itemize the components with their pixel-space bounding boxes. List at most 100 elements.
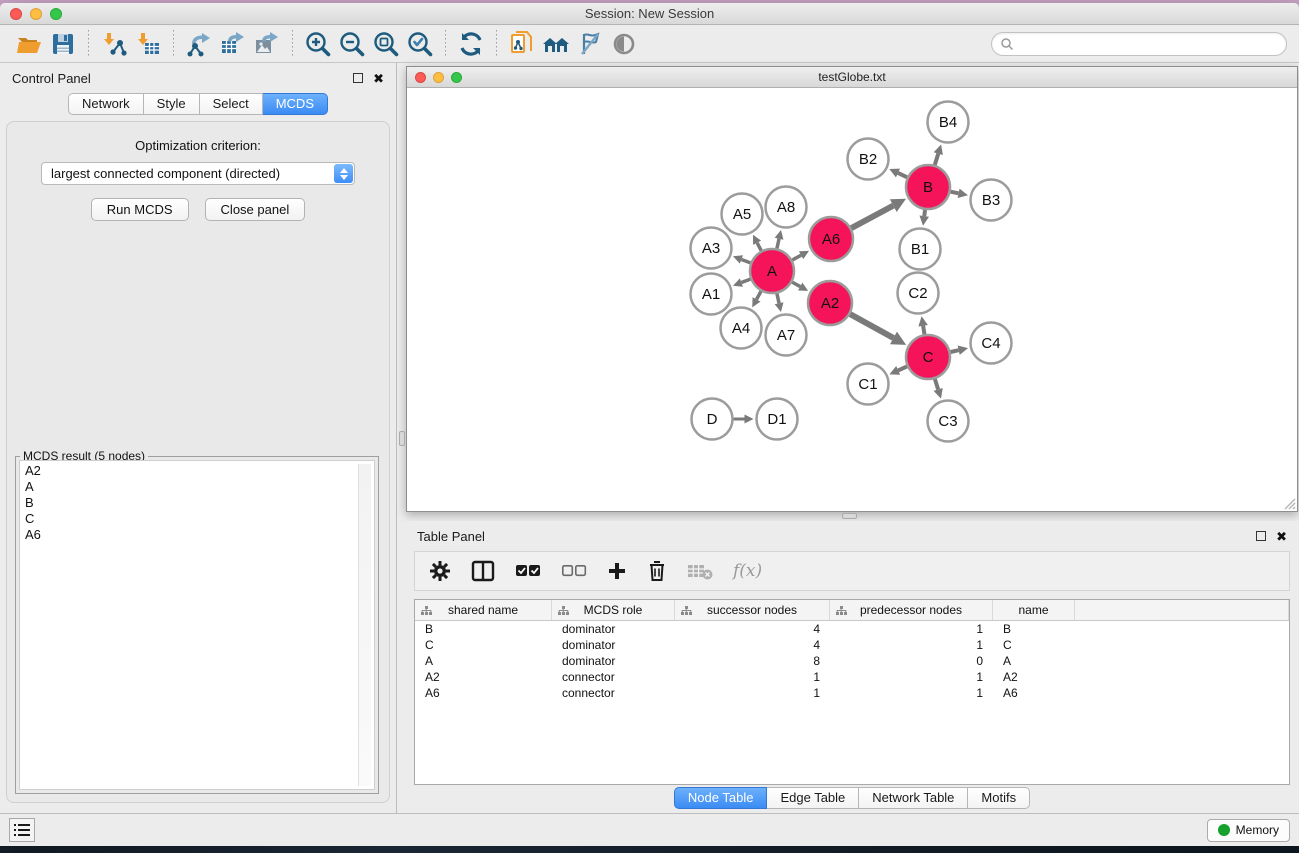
result-item[interactable]: A6	[25, 527, 374, 543]
table-tab-node-table[interactable]: Node Table	[674, 787, 768, 809]
task-history-button[interactable]	[9, 818, 35, 842]
node-B1[interactable]: B1	[900, 229, 941, 270]
delete-table-icon[interactable]	[687, 562, 713, 580]
node-C2[interactable]: C2	[898, 273, 939, 314]
tab-network[interactable]: Network	[68, 93, 144, 115]
cell-name[interactable]: A2	[993, 669, 1075, 685]
resize-grip-icon[interactable]	[1283, 497, 1296, 510]
node-B[interactable]: B	[906, 165, 950, 209]
cell-mcds-role[interactable]: dominator	[552, 637, 675, 653]
node-D1[interactable]: D1	[757, 399, 798, 440]
table-tab-motifs[interactable]: Motifs	[968, 787, 1030, 809]
result-item[interactable]: A2	[25, 463, 374, 479]
cell-shared-name[interactable]: B	[415, 621, 552, 637]
tab-mcds[interactable]: MCDS	[263, 93, 328, 115]
zoom-fit-icon[interactable]	[369, 29, 403, 59]
cell-predecessor-nodes[interactable]: 0	[830, 653, 993, 669]
edge-A-A4[interactable]	[757, 291, 761, 299]
search-input[interactable]	[1014, 37, 1278, 51]
node-A7[interactable]: A7	[766, 315, 807, 356]
mcds-result-list[interactable]: A2ABCA6	[19, 460, 375, 790]
edge-A-A6[interactable]	[792, 255, 801, 260]
table-row[interactable]: Cdominator41C	[415, 637, 1289, 653]
table-row[interactable]: Adominator80A	[415, 653, 1289, 669]
zoom-in-icon[interactable]	[301, 29, 335, 59]
edge-A-A8[interactable]	[777, 239, 779, 249]
column-header-mcds-role[interactable]: MCDS role	[552, 600, 675, 620]
zoom-selected-icon[interactable]	[403, 29, 437, 59]
apply-layout-icon[interactable]	[454, 29, 488, 59]
export-image-icon[interactable]	[250, 29, 284, 59]
node-A4[interactable]: A4	[721, 308, 762, 349]
edge-A-A3[interactable]	[741, 259, 750, 262]
node-D[interactable]: D	[692, 399, 733, 440]
edge-B-B1[interactable]	[924, 210, 925, 216]
import-network-icon[interactable]	[97, 29, 131, 59]
cell-name[interactable]: B	[993, 621, 1075, 637]
table-tab-network-table[interactable]: Network Table	[859, 787, 968, 809]
cell-shared-name[interactable]: A6	[415, 685, 552, 701]
search-field[interactable]	[991, 32, 1287, 56]
edge-A2-C[interactable]	[850, 314, 893, 338]
node-A6[interactable]: A6	[809, 217, 853, 261]
column-header-shared-name[interactable]: shared name	[415, 600, 552, 620]
cell-predecessor-nodes[interactable]: 1	[830, 637, 993, 653]
table-row[interactable]: A2connector11A2	[415, 669, 1289, 685]
float-table-panel-icon[interactable]	[1256, 531, 1266, 541]
node-B3[interactable]: B3	[971, 180, 1012, 221]
run-mcds-button[interactable]: Run MCDS	[91, 198, 189, 221]
import-table-icon[interactable]	[131, 29, 165, 59]
edge-A-A2[interactable]	[792, 282, 800, 286]
close-table-panel-icon[interactable]: ✖	[1276, 530, 1287, 543]
node-A3[interactable]: A3	[691, 228, 732, 269]
table-row[interactable]: Bdominator41B	[415, 621, 1289, 637]
show-graphics-details-icon[interactable]	[607, 29, 641, 59]
float-panel-icon[interactable]	[353, 73, 363, 83]
zoom-out-icon[interactable]	[335, 29, 369, 59]
node-A8[interactable]: A8	[766, 187, 807, 228]
network-window-titlebar[interactable]: testGlobe.txt	[407, 67, 1297, 88]
edge-A6-B[interactable]	[851, 206, 893, 229]
node-A1[interactable]: A1	[691, 274, 732, 315]
cell-shared-name[interactable]: A2	[415, 669, 552, 685]
select-all-columns-icon[interactable]	[515, 563, 541, 579]
node-C4[interactable]: C4	[971, 323, 1012, 364]
cell-successor-nodes[interactable]: 4	[675, 621, 830, 637]
node-C[interactable]: C	[906, 335, 950, 379]
edge-C-C4[interactable]	[950, 350, 958, 352]
open-session-icon[interactable]	[12, 29, 46, 59]
edge-C-C1[interactable]	[898, 366, 907, 370]
cell-name[interactable]: C	[993, 637, 1075, 653]
optimization-criterion-select[interactable]: largest connected component (directed)	[41, 162, 355, 185]
cell-mcds-role[interactable]: dominator	[552, 621, 675, 637]
edge-A-A1[interactable]	[741, 279, 750, 282]
column-header-successor-nodes[interactable]: successor nodes	[675, 600, 830, 620]
split-handle-horizontal[interactable]	[842, 513, 857, 519]
node-C3[interactable]: C3	[928, 401, 969, 442]
result-item[interactable]: C	[25, 511, 374, 527]
edge-A-A7[interactable]	[777, 293, 779, 303]
tab-style[interactable]: Style	[144, 93, 200, 115]
cell-successor-nodes[interactable]: 4	[675, 637, 830, 653]
column-header-name[interactable]: name	[993, 600, 1075, 620]
close-panel-icon[interactable]: ✖	[373, 72, 384, 85]
result-scrollbar[interactable]	[358, 464, 371, 786]
edge-B-B4[interactable]	[935, 154, 939, 165]
function-builder-icon[interactable]: f(x)	[733, 561, 762, 581]
edge-C-C3[interactable]	[935, 379, 938, 389]
cell-name[interactable]: A	[993, 653, 1075, 669]
hide-selected-icon[interactable]	[573, 29, 607, 59]
memory-button[interactable]: Memory	[1207, 819, 1290, 842]
tab-select[interactable]: Select	[200, 93, 263, 115]
split-handle-vertical[interactable]	[399, 431, 405, 446]
cell-mcds-role[interactable]: dominator	[552, 653, 675, 669]
close-panel-button[interactable]: Close panel	[205, 198, 306, 221]
edge-A-A5[interactable]	[757, 243, 761, 251]
node-C1[interactable]: C1	[848, 364, 889, 405]
cell-successor-nodes[interactable]: 8	[675, 653, 830, 669]
new-network-from-selection-icon[interactable]	[505, 29, 539, 59]
node-B4[interactable]: B4	[928, 102, 969, 143]
create-column-icon[interactable]	[607, 561, 627, 581]
table-row[interactable]: A6connector11A6	[415, 685, 1289, 701]
node-B2[interactable]: B2	[848, 139, 889, 180]
